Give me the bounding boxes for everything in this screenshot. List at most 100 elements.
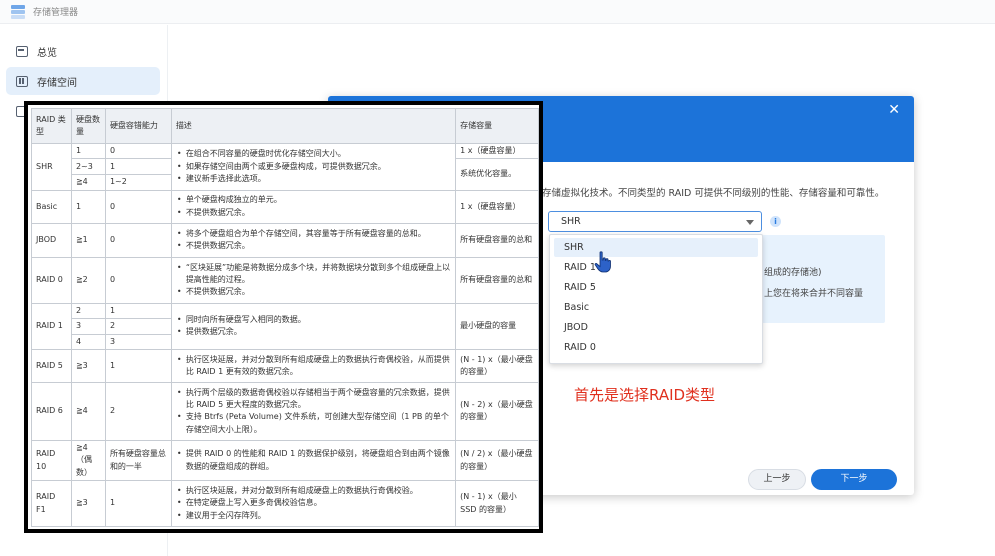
description-item: 在组合不同容量的硬盘时优化存储空间大小。 xyxy=(176,148,451,161)
disk-count-cell: ≧1 xyxy=(70,222,106,258)
header-raid-type: RAID 类型 xyxy=(31,108,72,144)
info-text-2: 上您在将来合并不同容量 xyxy=(764,289,864,299)
table-row: RAID 1 2 1 同时向所有硬盘写入相同的数据。 提供数据冗余。 最小硬盘的… xyxy=(31,302,539,350)
raid-type-select[interactable]: SHR xyxy=(548,211,762,232)
disk-count-cell: ≧2 xyxy=(70,256,106,304)
disk-count-cell: 4 xyxy=(70,333,106,350)
previous-button[interactable]: 上一步 xyxy=(748,469,806,490)
description-item: “区块延展”功能是将数据分成多个块，并将数据块分散到多个组成硬盘上以提高性能的过… xyxy=(176,262,451,287)
dropdown-option-raid0[interactable]: RAID 0 xyxy=(554,338,758,357)
description-cell: 在组合不同容量的硬盘时优化存储空间大小。 如果存储空间由两个或更多硬盘构成，可提… xyxy=(170,143,457,191)
tolerance-cell: 2 xyxy=(104,318,172,335)
storage-manager-logo-icon xyxy=(11,4,25,19)
next-button[interactable]: 下一步 xyxy=(811,469,897,490)
raid-description-text: 存储虚拟化技术。不同类型的 RAID 可提供不同级别的性能、存储容量和可靠性。 xyxy=(542,188,885,199)
info-panel: 组成的存储池) 上您在将来合并不同容量 xyxy=(762,235,885,323)
description-item: 不提供数据冗余。 xyxy=(176,207,451,220)
description-cell: 将多个硬盘组合为单个存储空间，其容量等于所有硬盘容量的总和。 不提供数据冗余。 xyxy=(170,222,457,258)
table-row: JBOD ≧1 0 将多个硬盘组合为单个存储空间，其容量等于所有硬盘容量的总和。… xyxy=(31,222,539,258)
raid-type-cell: SHR xyxy=(31,143,72,191)
description-item: 如果存储空间由两个或更多硬盘构成，可提供数据冗余。 xyxy=(176,161,451,174)
overview-icon xyxy=(16,45,28,57)
raid-type-cell: JBOD xyxy=(31,222,72,258)
table-row: RAID 0 ≧2 0 “区块延展”功能是将数据分成多个块，并将数据块分散到多个… xyxy=(31,256,539,304)
header-capacity: 存储容量 xyxy=(455,108,539,144)
description-item: 提供 RAID 0 的性能和 RAID 1 的数据保护级别，将硬盘组合到由两个镜… xyxy=(176,448,451,473)
close-icon[interactable]: ✕ xyxy=(888,102,900,118)
dropdown-option-jbod[interactable]: JBOD xyxy=(554,318,758,337)
tolerance-cell: 所有硬盘容量总和的一半 xyxy=(104,439,172,482)
description-cell: “区块延展”功能是将数据分成多个块，并将数据块分散到多个组成硬盘上以提高性能的过… xyxy=(170,256,457,304)
disk-count-cell: ≧4 （偶数） xyxy=(70,439,106,482)
table-row: RAID F1 ≧3 1 执行区块延展，并对分散到所有组成硬盘上的数据执行奇偶校… xyxy=(31,480,539,528)
description-item: 同时向所有硬盘写入相同的数据。 xyxy=(176,314,451,327)
dropdown-option-basic[interactable]: Basic xyxy=(554,298,758,317)
dropdown-option-raid5[interactable]: RAID 5 xyxy=(554,278,758,297)
description-item: 将多个硬盘组合为单个存储空间，其容量等于所有硬盘容量的总和。 xyxy=(176,228,451,241)
tolerance-cell: 0 xyxy=(104,189,172,224)
description-cell: 执行区块延展，并对分散到所有组成硬盘上的数据执行奇偶校验。 在特定硬盘上写入更多… xyxy=(170,480,457,528)
table-row: RAID 10 ≧4 （偶数） 所有硬盘容量总和的一半 提供 RAID 0 的性… xyxy=(31,439,539,482)
disk-count-cell: ≧3 xyxy=(70,348,106,383)
app-title: 存储管理器 xyxy=(33,8,79,18)
description-cell: 执行两个层级的数据奇偶校验以存储相当于两个硬盘容量的冗余数据，提供比 RAID … xyxy=(170,381,457,441)
dropdown-option-shr[interactable]: SHR xyxy=(554,238,758,257)
table-header-row: RAID 类型 硬盘数量 硬盘容错能力 描述 存储容量 xyxy=(31,108,539,144)
capacity-cell: (N - 1) x（最小硬盘的容量） xyxy=(455,348,539,383)
header-fault-tolerance: 硬盘容错能力 xyxy=(104,108,172,144)
capacity-cell: 所有硬盘容量的总和 xyxy=(455,222,539,258)
raid-type-cell: RAID F1 xyxy=(31,480,72,528)
table-row: Basic 1 0 单个硬盘构成独立的单元。 不提供数据冗余。 1 x（硬盘容量… xyxy=(31,189,539,224)
capacity-cell: 所有硬盘容量的总和 xyxy=(455,256,539,304)
raid-type-cell: RAID 1 xyxy=(31,302,72,350)
capacity-cell: (N - 2) x（最小硬盘的容量） xyxy=(455,381,539,441)
annotation-text: 首先是选择RAID类型 xyxy=(574,386,716,404)
disk-count-cell: 2~3 xyxy=(70,158,106,176)
tolerance-cell: 0 xyxy=(104,222,172,258)
storage-icon xyxy=(16,75,28,87)
tolerance-cell: 1 xyxy=(104,348,172,383)
tolerance-cell: 1 xyxy=(104,158,172,176)
title-bar: 存储管理器 xyxy=(0,0,995,24)
tolerance-cell: 0 xyxy=(104,256,172,304)
dropdown-option-raid1[interactable]: RAID 1 xyxy=(554,258,758,277)
description-item: 单个硬盘构成独立的单元。 xyxy=(176,194,451,207)
description-item: 执行区块延展，并对分散到所有组成硬盘上的数据执行奇偶校验，从而提供比 RAID … xyxy=(176,354,451,379)
description-item: 不提供数据冗余。 xyxy=(176,286,451,299)
capacity-cell: 系统优化容量。 xyxy=(455,158,539,191)
info-text-1: 组成的存储池) xyxy=(764,268,822,278)
description-cell: 单个硬盘构成独立的单元。 不提供数据冗余。 xyxy=(170,189,457,224)
disk-count-cell: 1 xyxy=(70,189,106,224)
raid-comparison-overlay: RAID 类型 硬盘数量 硬盘容错能力 描述 存储容量 SHR 1 0 在组合不… xyxy=(24,101,543,533)
raid-type-dropdown: SHR RAID 1 RAID 5 Basic JBOD RAID 0 xyxy=(549,234,763,364)
sidebar-item-label: 存储空间 xyxy=(37,77,77,89)
description-item: 执行区块延展，并对分散到所有组成硬盘上的数据执行奇偶校验。 xyxy=(176,485,451,498)
table-row: RAID 6 ≧4 2 执行两个层级的数据奇偶校验以存储相当于两个硬盘容量的冗余… xyxy=(31,381,539,441)
description-cell: 执行区块延展，并对分散到所有组成硬盘上的数据执行奇偶校验，从而提供比 RAID … xyxy=(170,348,457,383)
capacity-cell: 1 x（硬盘容量） xyxy=(455,142,539,160)
tolerance-cell: 0 xyxy=(104,142,172,160)
sidebar-item-overview[interactable]: 总览 xyxy=(6,37,160,65)
tolerance-cell: 1 xyxy=(104,302,172,320)
tolerance-cell: 1~2 xyxy=(104,174,172,191)
raid-type-cell: RAID 10 xyxy=(31,439,72,482)
info-icon[interactable]: i xyxy=(770,216,781,227)
sidebar-item-storage[interactable]: 存储空间 xyxy=(6,67,160,95)
description-item: 执行两个层级的数据奇偶校验以存储相当于两个硬盘容量的冗余数据，提供比 RAID … xyxy=(176,387,451,412)
table-row: SHR 1 0 在组合不同容量的硬盘时优化存储空间大小。 如果存储空间由两个或更… xyxy=(31,142,539,191)
raid-type-cell: RAID 5 xyxy=(31,348,72,383)
capacity-cell: (N / 2) x（最小硬盘的容量） xyxy=(455,439,539,482)
tolerance-cell: 2 xyxy=(104,381,172,441)
description-item: 不提供数据冗余。 xyxy=(176,240,451,253)
header-description: 描述 xyxy=(170,108,457,144)
disk-count-cell: 2 xyxy=(70,302,106,320)
description-item: 支持 Btrfs (Peta Volume) 文件系统，可创建大型存储空间（1 … xyxy=(176,411,451,436)
tolerance-cell: 3 xyxy=(104,333,172,350)
description-cell: 提供 RAID 0 的性能和 RAID 1 的数据保护级别，将硬盘组合到由两个镜… xyxy=(170,439,457,482)
description-item: 建议新手选择此选项。 xyxy=(176,173,451,186)
disk-count-cell: ≧4 xyxy=(70,381,106,441)
raid-type-cell: RAID 0 xyxy=(31,256,72,304)
disk-count-cell: 3 xyxy=(70,318,106,335)
description-cell: 同时向所有硬盘写入相同的数据。 提供数据冗余。 xyxy=(170,302,457,350)
disk-count-cell: ≧3 xyxy=(70,480,106,528)
